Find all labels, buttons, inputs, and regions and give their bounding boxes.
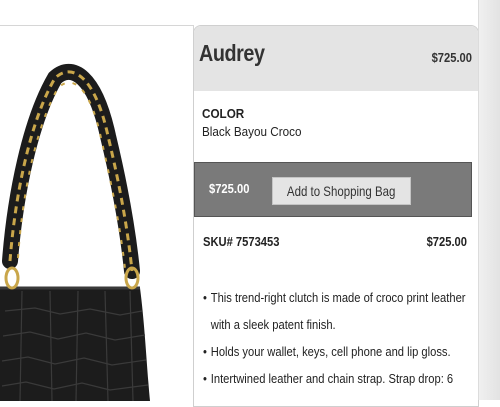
sku-price: $725.00 bbox=[426, 234, 467, 249]
color-selector: COLOR Black Bayou Croco bbox=[202, 106, 313, 139]
description-text: This trend-right clutch is made of croco… bbox=[210, 290, 466, 305]
sku-row: SKU# 7573453 $725.00 bbox=[203, 234, 467, 252]
add-to-bag-label: Add to Shopping Bag bbox=[287, 183, 396, 199]
bullet-icon: • bbox=[203, 290, 207, 305]
product-description: • This trend-right clutch is made of croc… bbox=[203, 284, 475, 392]
description-item: • Intertwined leather and chain strap. St… bbox=[203, 365, 453, 392]
color-value: Black Bayou Croco bbox=[202, 124, 302, 139]
product-detail-panel: Audrey $725.00 COLOR Black Bayou Croco $… bbox=[193, 25, 479, 407]
handbag-photo-icon bbox=[0, 63, 150, 401]
description-text: Intertwined leather and chain strap. Str… bbox=[210, 371, 454, 386]
description-text: Holds your wallet, keys, cell phone and … bbox=[210, 344, 451, 359]
bullet-icon: • bbox=[203, 344, 207, 359]
description-item: • Holds your wallet, keys, cell phone and… bbox=[203, 338, 451, 365]
sku-label: SKU# 7573453 bbox=[203, 234, 280, 249]
page-edge-strip bbox=[478, 0, 500, 400]
purchase-bar: $725.00 Add to Shopping Bag bbox=[194, 162, 472, 217]
product-header: Audrey $725.00 bbox=[194, 26, 478, 91]
color-label: COLOR bbox=[202, 106, 245, 121]
bullet-icon: • bbox=[203, 371, 207, 386]
description-item: with a sleek patent finish. bbox=[203, 311, 437, 338]
description-item: • This trend-right clutch is made of croc… bbox=[203, 284, 466, 311]
product-image-pane bbox=[0, 25, 194, 401]
description-text: with a sleek patent finish. bbox=[210, 317, 336, 332]
add-to-bag-button[interactable]: Add to Shopping Bag bbox=[272, 177, 411, 205]
product-name: Audrey bbox=[199, 40, 265, 66]
purchase-price: $725.00 bbox=[209, 181, 250, 196]
product-price: $725.00 bbox=[431, 50, 472, 65]
